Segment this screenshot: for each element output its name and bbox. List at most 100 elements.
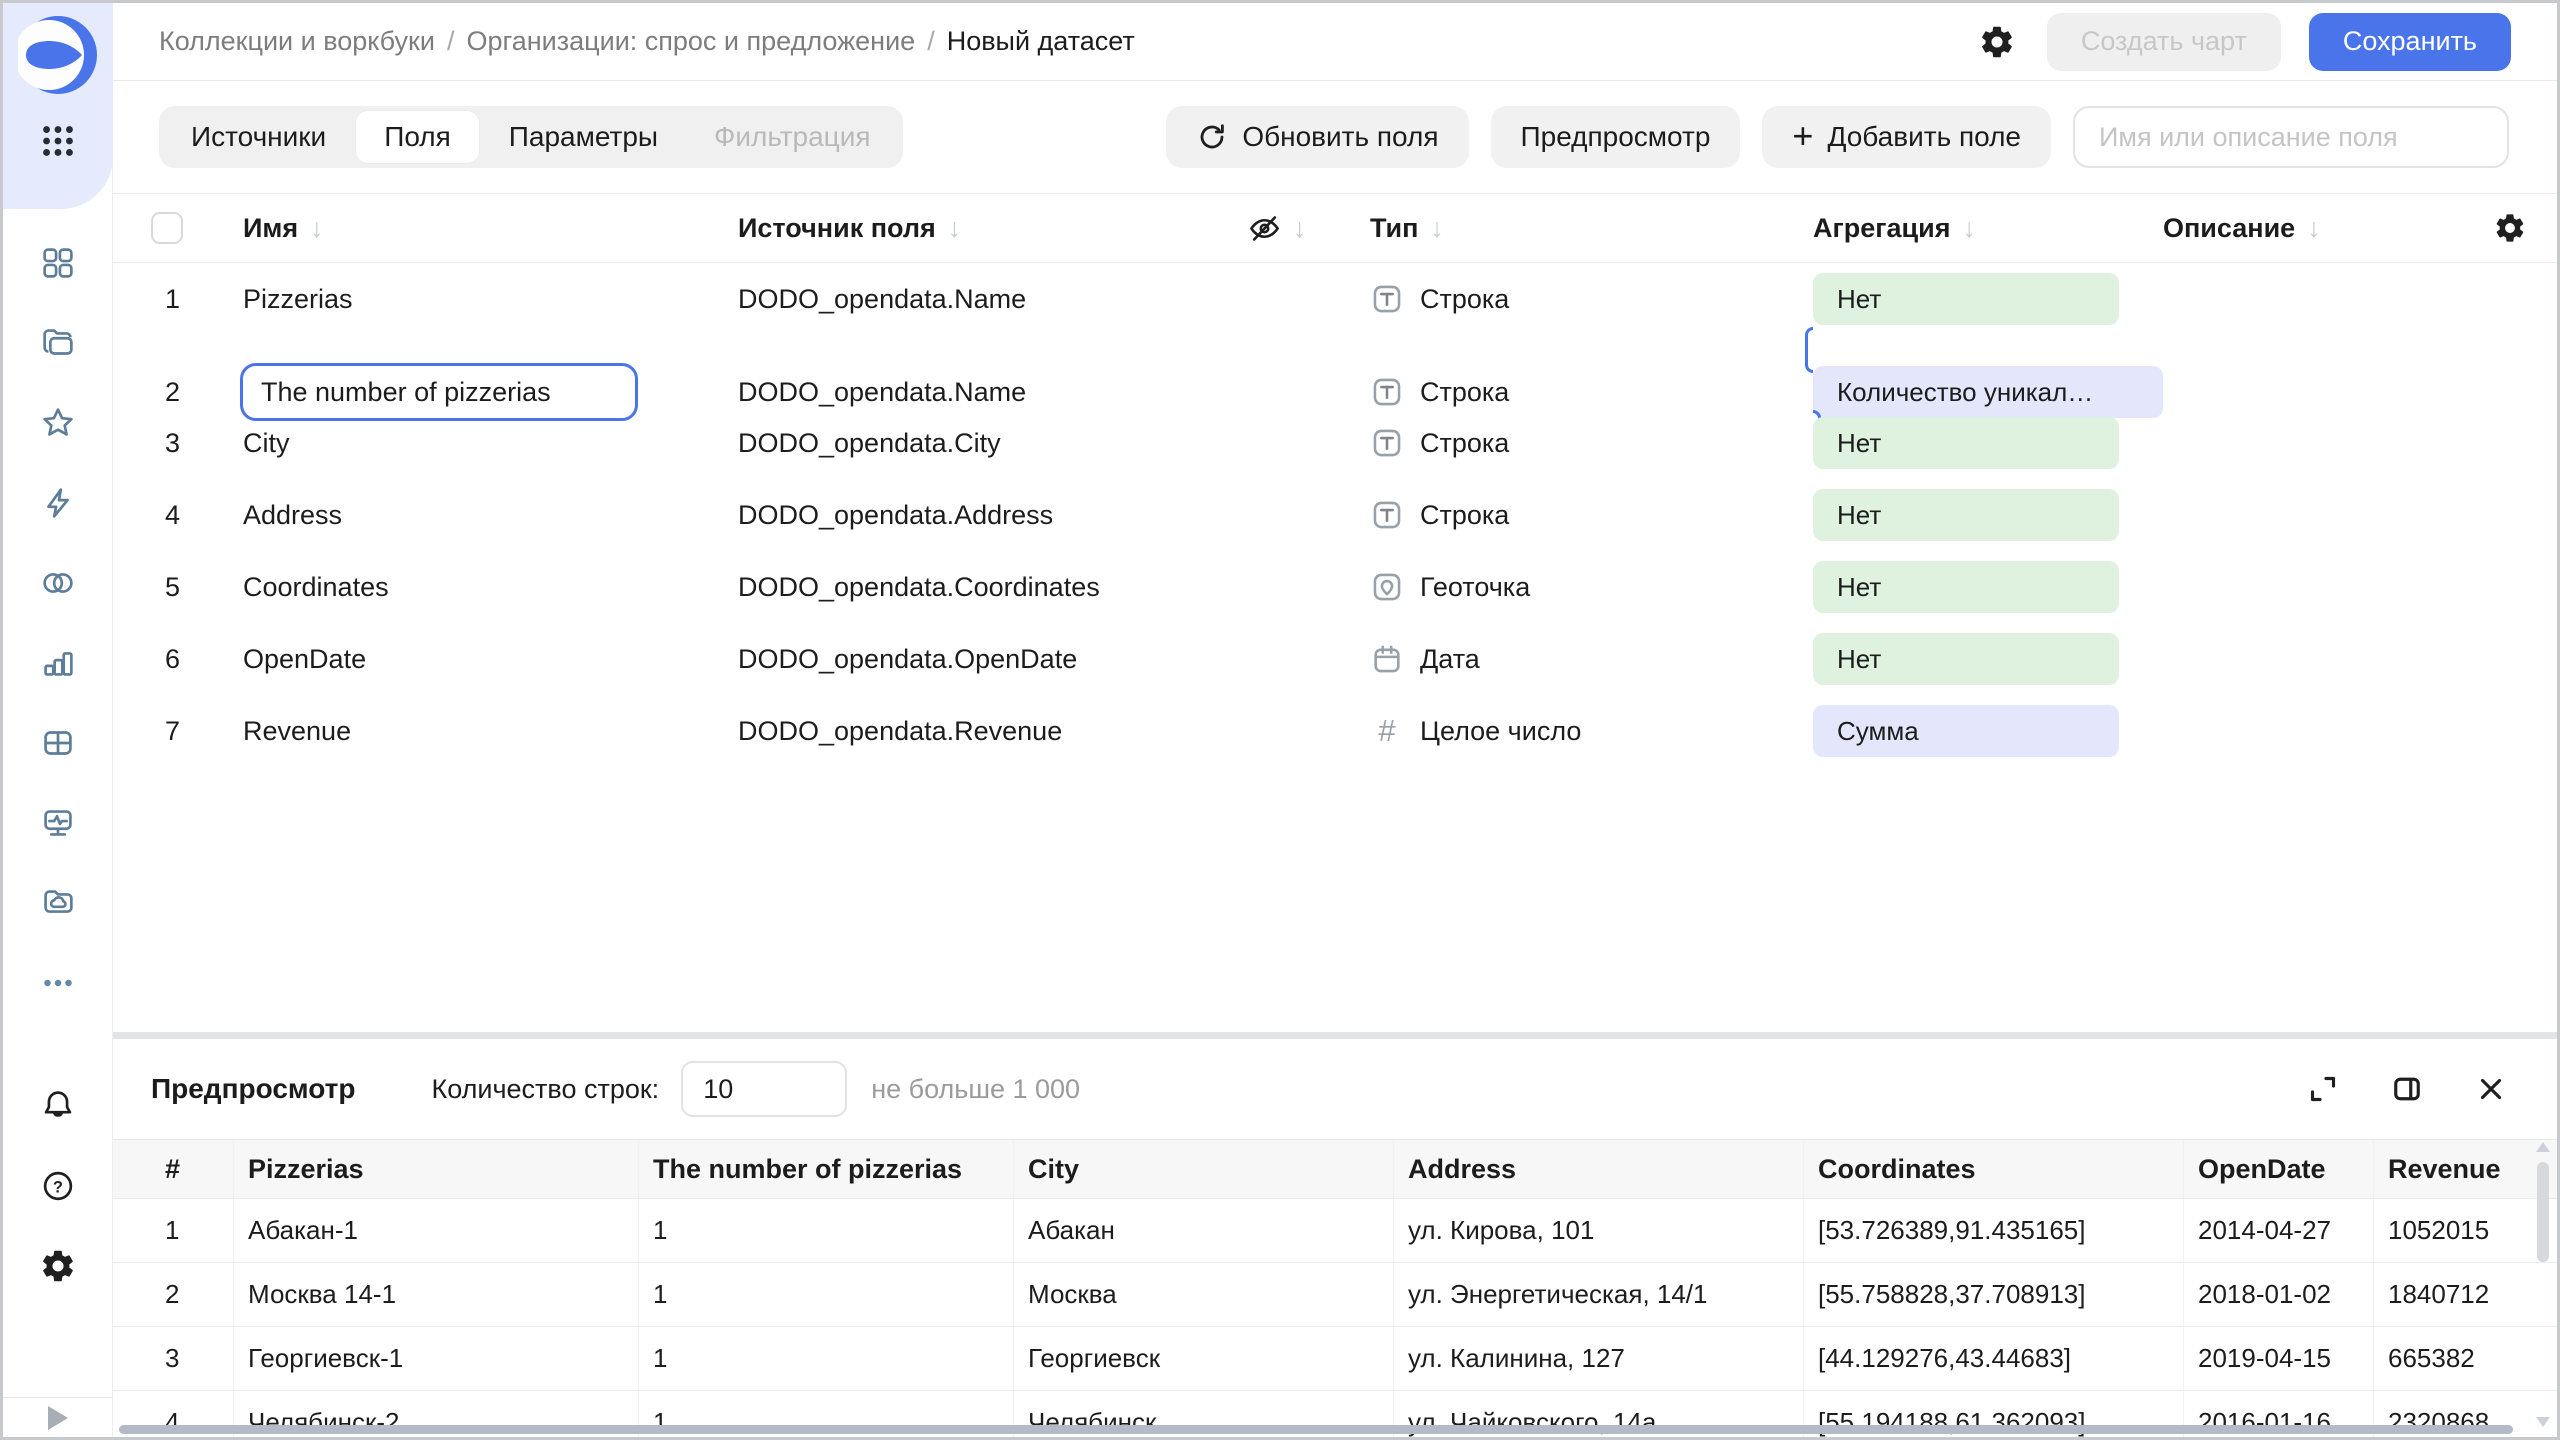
split-view-icon[interactable] [2385,1067,2429,1111]
preview-col-number: The number of pizzerias [638,1140,1013,1198]
aggregation-select[interactable]: Сумма [1813,705,2119,757]
favorites-star-icon[interactable] [36,401,80,445]
add-field-button[interactable]: + Добавить поле [1762,106,2051,168]
scroll-up-arrow-icon[interactable] [2536,1142,2550,1152]
aggregation-select[interactable]: Нет [1813,273,2119,325]
field-row[interactable]: 6 OpenDate DODO_opendata.OpenDate Дата Н… [113,623,2557,695]
notifications-bell-icon[interactable] [36,1084,80,1128]
preview-col-coordinates: Coordinates [1803,1140,2183,1198]
tab-sources[interactable]: Источники [163,106,354,168]
select-all-checkbox[interactable] [151,212,183,244]
more-ellipsis-icon[interactable] [36,961,80,1005]
type-geopoint-icon [1370,570,1404,604]
dataset-settings-gear-icon[interactable] [1975,20,2019,64]
field-name[interactable]: City [243,428,738,459]
create-chart-button[interactable]: Создать чарт [2047,13,2281,71]
preview-toolbar: Предпросмотр Количество строк: не больше… [113,1039,2557,1139]
field-row[interactable]: 1 Pizzerias DODO_opendata.Name Строка Не… [113,263,2557,335]
dashboards-grid-icon[interactable] [36,241,80,285]
preview-title: Предпросмотр [151,1073,355,1105]
field-source[interactable]: DODO_opendata.Revenue [738,716,1248,747]
preview-pane-actions [2301,1067,2513,1111]
field-source[interactable]: DODO_opendata.Coordinates [738,572,1248,603]
field-source[interactable]: DODO_opendata.City [738,428,1248,459]
scroll-down-arrow-icon[interactable] [2536,1417,2550,1427]
sort-icon[interactable]: ↓ [1293,213,1307,244]
tab-fields[interactable]: Поля [356,111,479,163]
preview-horizontal-scrollbar[interactable] [119,1425,2513,1434]
row-count-label: Количество строк: [431,1074,659,1105]
field-source[interactable]: DODO_opendata.Address [738,500,1248,531]
storage-folder-cloud-icon[interactable] [36,881,80,925]
sort-icon[interactable]: ↓ [1962,213,1976,244]
scrollbar-thumb[interactable] [2537,1162,2549,1262]
field-row[interactable]: 5 Coordinates DODO_opendata.Coordinates … [113,551,2557,623]
cell-address: ул. Кирова, 101 [1393,1199,1803,1262]
type-integer-icon: # [1370,713,1404,749]
field-name[interactable]: Coordinates [243,572,738,603]
tab-parameters[interactable]: Параметры [481,106,686,168]
close-preview-icon[interactable] [2469,1067,2513,1111]
breadcrumb-collections[interactable]: Коллекции и воркбуки [159,26,435,57]
field-type[interactable]: Геоточка [1370,570,1813,604]
help-question-icon[interactable]: ? [36,1164,80,1208]
refresh-fields-button[interactable]: Обновить поля [1166,106,1468,168]
field-type[interactable]: Строка [1370,375,1813,409]
field-name[interactable]: OpenDate [243,644,738,675]
field-row[interactable]: 4 Address DODO_opendata.Address Строка Н… [113,479,2557,551]
charts-bar-icon[interactable] [36,641,80,685]
field-type[interactable]: Строка [1370,426,1813,460]
field-search-input[interactable] [2073,106,2509,168]
cell-number: 1 [638,1199,1013,1262]
save-button[interactable]: Сохранить [2309,13,2511,71]
field-type[interactable]: Дата [1370,642,1813,676]
monitoring-screen-icon[interactable] [36,801,80,845]
settings-gear-icon[interactable] [36,1244,80,1288]
collections-folders-icon[interactable] [36,321,80,365]
apps-grid-icon[interactable] [36,119,80,163]
aggregation-select[interactable]: Нет [1813,633,2119,685]
col-header-source: Источник поля [738,213,936,244]
cell-city: Георгиевск [1013,1327,1393,1390]
preview-divider[interactable] [113,1032,2557,1039]
field-row[interactable]: 7 Revenue DODO_opendata.Revenue # Целое … [113,695,2557,767]
toolbar: Источники Поля Параметры Фильтрация Обно… [113,81,2557,193]
tables-grid-icon[interactable] [36,721,80,765]
datasets-venn-icon[interactable] [36,561,80,605]
breadcrumb-workbook[interactable]: Организации: спрос и предложение [466,26,915,57]
quick-lightning-icon[interactable] [36,481,80,525]
field-row[interactable]: 3 City DODO_opendata.City Строка Нет [113,407,2557,479]
field-type[interactable]: Строка [1370,498,1813,532]
field-type[interactable]: Строка [1370,282,1813,316]
row-count-input[interactable] [681,1061,847,1117]
field-name[interactable]: Revenue [243,716,738,747]
hidden-eye-off-icon[interactable] [1248,212,1281,245]
expand-preview-icon[interactable] [2301,1067,2345,1111]
field-source[interactable]: DODO_opendata.Name [738,377,1248,408]
field-row-selected[interactable]: 2 The number of pizzerias DODO_opendata.… [113,335,2557,407]
aggregation-select[interactable]: Нет [1813,561,2119,613]
tab-filtering[interactable]: Фильтрация [686,106,898,168]
preview-vertical-scrollbar[interactable] [2535,1142,2551,1427]
main-area: Коллекции и воркбуки / Организации: спро… [113,3,2557,1437]
sort-icon[interactable]: ↓ [948,213,962,244]
field-type[interactable]: # Целое число [1370,713,1813,749]
datalens-logo[interactable] [18,15,98,95]
sort-icon[interactable]: ↓ [2307,213,2321,244]
sort-icon[interactable]: ↓ [1430,213,1444,244]
sort-icon[interactable]: ↓ [310,213,324,244]
expand-play-icon[interactable] [48,1406,68,1430]
field-name[interactable]: Address [243,500,738,531]
type-date-icon [1370,642,1404,676]
field-source[interactable]: DODO_opendata.OpenDate [738,644,1248,675]
field-name[interactable]: Pizzerias [243,284,738,315]
columns-settings-gear-icon[interactable] [2493,211,2527,245]
aggregation-select[interactable]: Нет [1813,489,2119,541]
col-header-description: Описание [2163,213,2295,244]
field-source[interactable]: DODO_opendata.Name [738,284,1248,315]
preview-toggle-button[interactable]: Предпросмотр [1491,106,1741,168]
sidebar-nav [3,241,113,1005]
cell-opendate: 2019-04-15 [2183,1327,2373,1390]
aggregation-select[interactable]: Нет [1813,417,2119,469]
preview-col-revenue: Revenue [2373,1140,2501,1198]
